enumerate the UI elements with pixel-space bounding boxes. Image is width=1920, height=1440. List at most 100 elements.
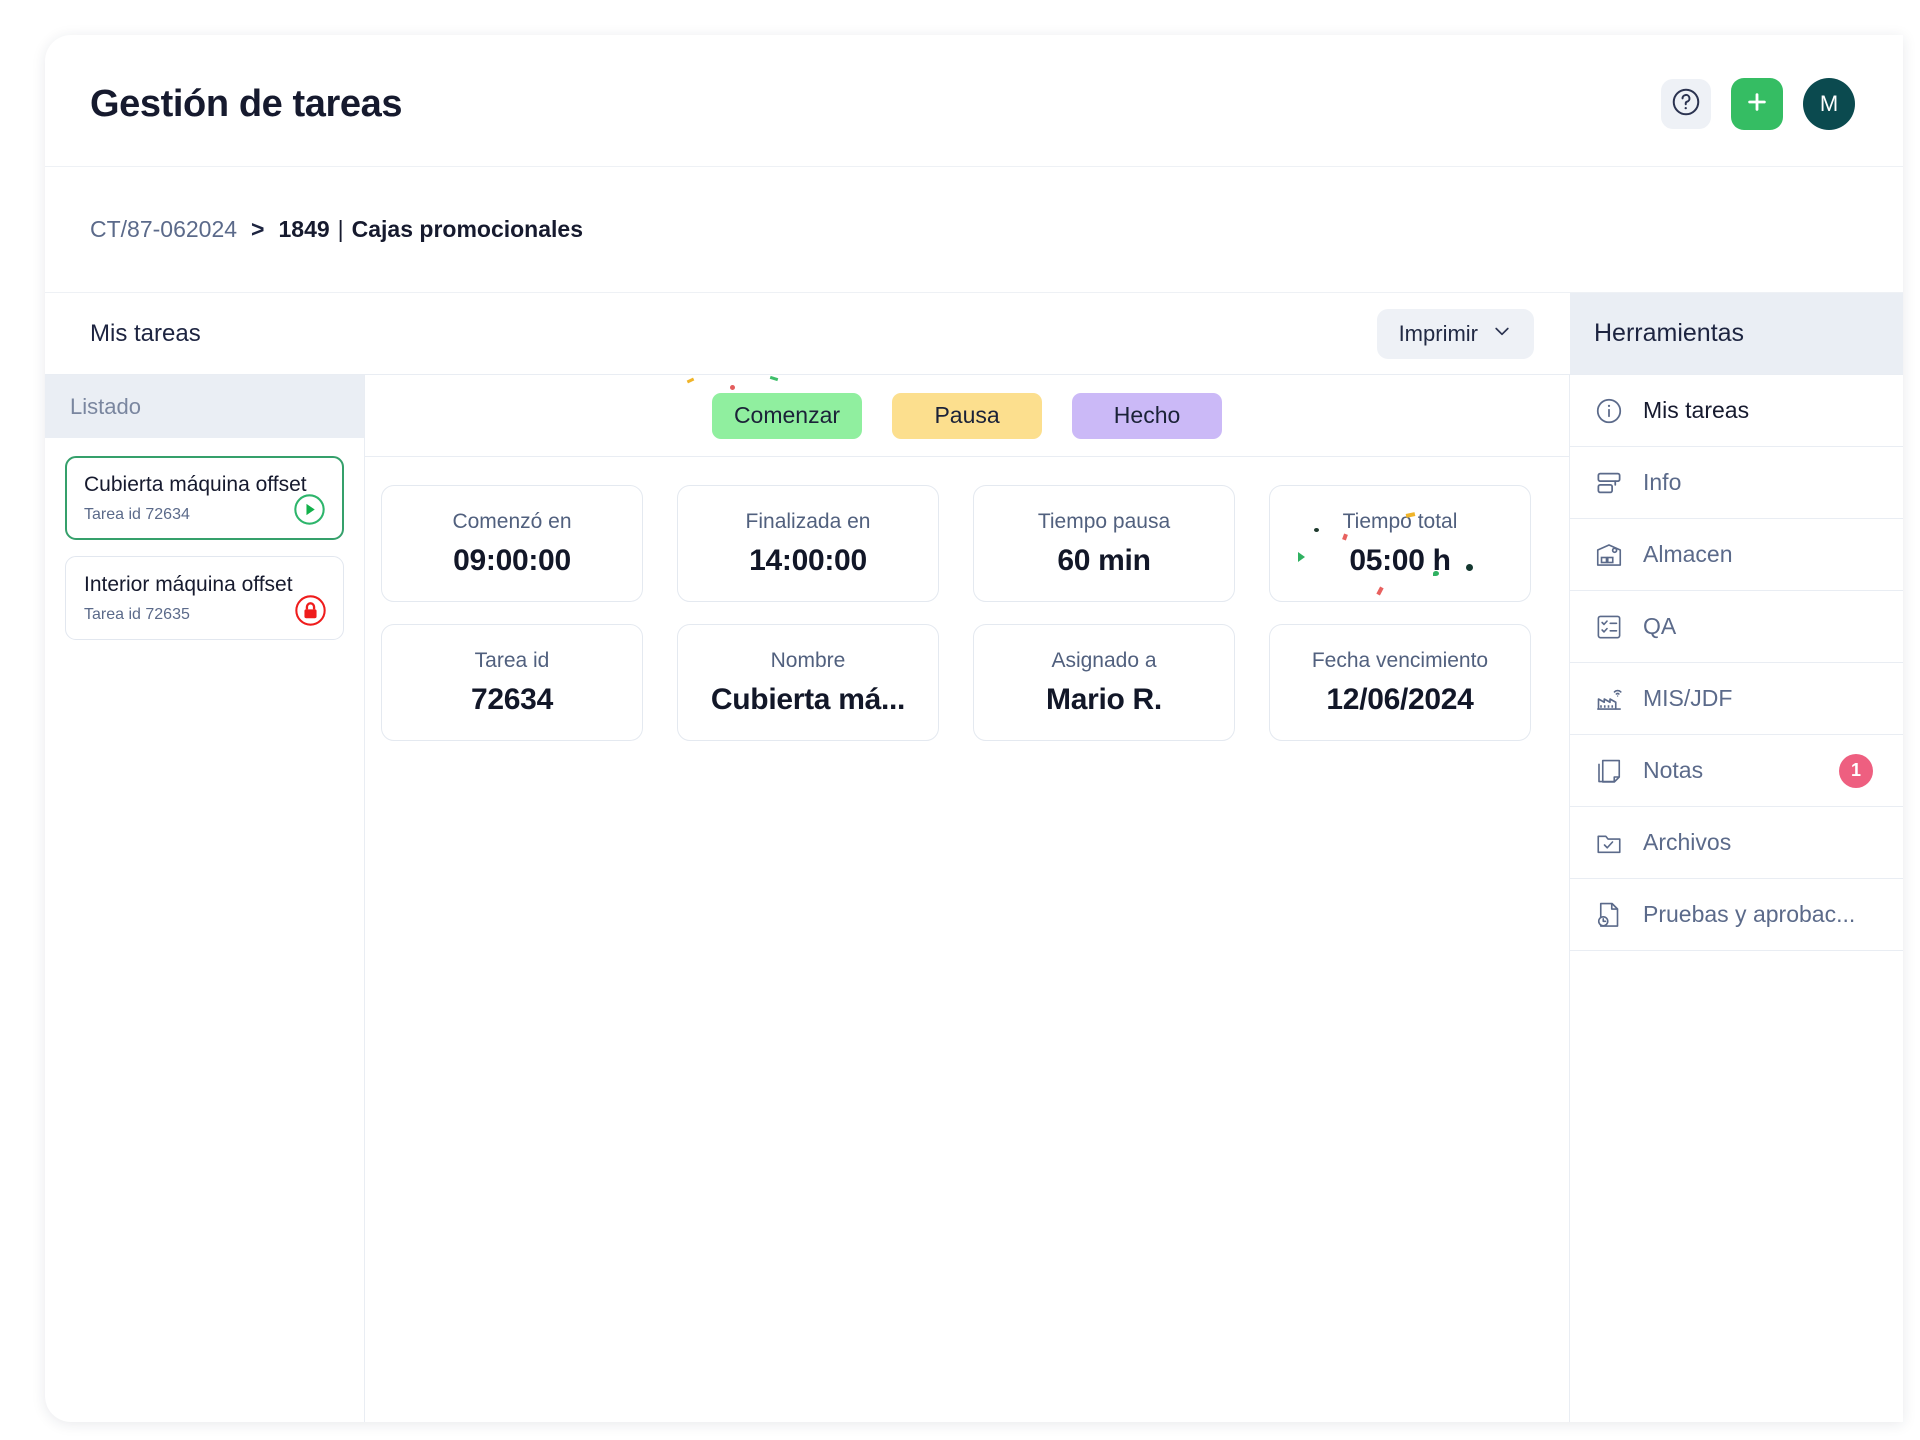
tool-item-label: Pruebas y aprobac... — [1643, 901, 1856, 927]
print-button[interactable]: Imprimir — [1376, 309, 1534, 359]
info-card-label: Asignado a — [1051, 648, 1157, 672]
confetti-particle — [1466, 564, 1473, 571]
app-header: Gestión de tareas M — [45, 35, 1903, 167]
info-card-value: 09:00:00 — [453, 543, 571, 577]
task-list-panel: Listado Cubierta máquina offset Tarea id… — [45, 375, 365, 1422]
section-bar: Mis tareas Imprimir Herramientas — [45, 293, 1903, 375]
avatar[interactable]: M — [1803, 78, 1855, 130]
task-detail-panel: Comenzar Pausa Hecho Comenzó en 09:00:00… — [365, 375, 1570, 1422]
info-card-value: Mario R. — [1046, 682, 1162, 716]
info-circle-icon — [1594, 396, 1624, 426]
confetti-particle — [1376, 586, 1384, 596]
breadcrumb-pipe: | — [337, 216, 344, 242]
section-bar-left: Mis tareas Imprimir — [45, 293, 1570, 374]
info-cards-area: Comenzó en 09:00:00 Finalizada en 14:00:… — [365, 457, 1569, 741]
task-card-id: Tarea id 72634 — [84, 506, 190, 523]
breadcrumb: CT/87-062024 > 1849 | Cajas promocionale… — [45, 167, 1903, 293]
task-card-name: Interior máquina offset — [84, 573, 293, 596]
info-card-label: Tiempo total — [1342, 509, 1458, 533]
chevron-down-icon — [1492, 321, 1512, 347]
page-title: Gestión de tareas — [90, 83, 403, 125]
plus-icon — [1744, 89, 1770, 120]
tool-item-label: Mis tareas — [1643, 397, 1750, 423]
breadcrumb-job-id: 1849 — [278, 216, 330, 242]
tool-item-label: QA — [1643, 613, 1677, 639]
print-button-label: Imprimir — [1398, 321, 1478, 346]
info-card-label: Comenzó en — [452, 509, 572, 533]
status-button-label: Comenzar — [733, 402, 841, 428]
info-card-nombre: Nombre Cubierta má... — [677, 624, 939, 741]
tool-item-qa[interactable]: QA — [1570, 591, 1903, 663]
note-icon — [1594, 756, 1624, 786]
folder-check-icon — [1594, 828, 1624, 858]
info-card-finalizada-en: Finalizada en 14:00:00 — [677, 485, 939, 602]
info-card-value: 72634 — [471, 682, 553, 716]
info-card-label: Fecha vencimiento — [1311, 648, 1489, 672]
info-card-value: 60 min — [1057, 543, 1151, 577]
app-window: Gestión de tareas M CT/87-062024 > 1849 … — [45, 35, 1903, 1422]
info-card-tarea-id: Tarea id 72634 — [381, 624, 643, 741]
confetti-particle — [686, 377, 695, 384]
tool-item-almacen[interactable]: Almacen — [1570, 519, 1903, 591]
tool-item-notas[interactable]: Notas 1 — [1570, 735, 1903, 807]
info-card-fecha-vencimiento: Fecha vencimiento 12/06/2024 — [1269, 624, 1531, 741]
tool-item-label: Archivos — [1643, 829, 1732, 855]
breadcrumb-separator: > — [251, 216, 265, 242]
server-icon — [1594, 468, 1624, 498]
info-card-label: Nombre — [770, 648, 846, 672]
status-button-pausa[interactable]: Pausa — [892, 392, 1043, 439]
confetti-particle — [1314, 528, 1319, 532]
tool-item-archivos[interactable]: Archivos — [1570, 807, 1903, 879]
notas-badge: 1 — [1839, 753, 1873, 788]
header-actions: M — [1661, 78, 1855, 130]
question-circle-icon — [1670, 86, 1702, 123]
status-button-label: Hecho — [1113, 402, 1181, 428]
tool-item-info[interactable]: Info — [1570, 447, 1903, 519]
tool-item-label: MIS/JDF — [1643, 685, 1733, 711]
tool-item-label: Info — [1643, 469, 1682, 495]
lock-circle-icon[interactable] — [294, 594, 327, 627]
info-card-asignado-a: Asignado a Mario R. — [973, 624, 1235, 741]
status-button-comenzar[interactable]: Comenzar — [711, 392, 863, 439]
breadcrumb-job-name: Cajas promocionales — [351, 216, 583, 242]
proof-clock-icon — [1594, 900, 1624, 930]
info-card-value: 14:00:00 — [749, 543, 867, 577]
section-title: Mis tareas — [90, 319, 201, 347]
tool-item-mis-tareas[interactable]: Mis tareas — [1570, 375, 1903, 447]
task-card-72635[interactable]: Interior máquina offset Tarea id 72635 — [65, 556, 344, 640]
status-button-hecho[interactable]: Hecho — [1072, 392, 1223, 439]
info-card-comenzo-en: Comenzó en 09:00:00 — [381, 485, 643, 602]
info-card-label: Finalizada en — [745, 509, 871, 533]
task-card-id: Tarea id 72635 — [84, 606, 190, 623]
checklist-icon — [1594, 612, 1624, 642]
confetti-particle — [1342, 533, 1348, 541]
confetti-particle — [769, 375, 779, 382]
task-list: Cubierta máquina offset Tarea id 72634 I… — [45, 438, 364, 640]
info-card-tiempo-total: Tiempo total 05:00 h — [1269, 485, 1531, 602]
add-button[interactable] — [1731, 78, 1783, 130]
info-card-value: Cubierta má... — [710, 682, 906, 716]
breadcrumb-root-link[interactable]: CT/87-062024 — [90, 216, 237, 243]
tool-item-label: Notas — [1643, 757, 1704, 783]
warehouse-icon — [1594, 540, 1624, 570]
info-card-row: Comenzó en 09:00:00 Finalizada en 14:00:… — [381, 485, 1531, 602]
tool-item-mis-jdf[interactable]: MIS/JDF — [1570, 663, 1903, 735]
info-card-label: Tiempo pausa — [1037, 509, 1171, 533]
factory-wifi-icon — [1594, 684, 1624, 714]
confetti-particle — [1298, 552, 1305, 562]
play-circle-icon[interactable] — [293, 493, 326, 526]
info-card-value: 05:00 h — [1349, 543, 1451, 577]
status-button-label: Pausa — [934, 402, 1000, 428]
tool-item-pruebas-y-aprobaciones[interactable]: Pruebas y aprobac... — [1570, 879, 1903, 951]
info-card-value: 12/06/2024 — [1326, 682, 1474, 716]
task-card-name: Cubierta máquina offset — [84, 473, 307, 496]
tools-panel-title: Herramientas — [1570, 293, 1903, 374]
avatar-initial: M — [1819, 91, 1839, 116]
status-button-row: Comenzar Pausa Hecho — [365, 375, 1569, 457]
tools-panel: Mis tareas Info Almacen QA MIS/JDF Notas… — [1570, 375, 1903, 1422]
help-button[interactable] — [1661, 79, 1711, 129]
info-card-tiempo-pausa: Tiempo pausa 60 min — [973, 485, 1235, 602]
task-card-72634[interactable]: Cubierta máquina offset Tarea id 72634 — [65, 456, 344, 540]
body-columns: Listado Cubierta máquina offset Tarea id… — [45, 375, 1903, 1422]
listado-header: Listado — [45, 375, 364, 438]
